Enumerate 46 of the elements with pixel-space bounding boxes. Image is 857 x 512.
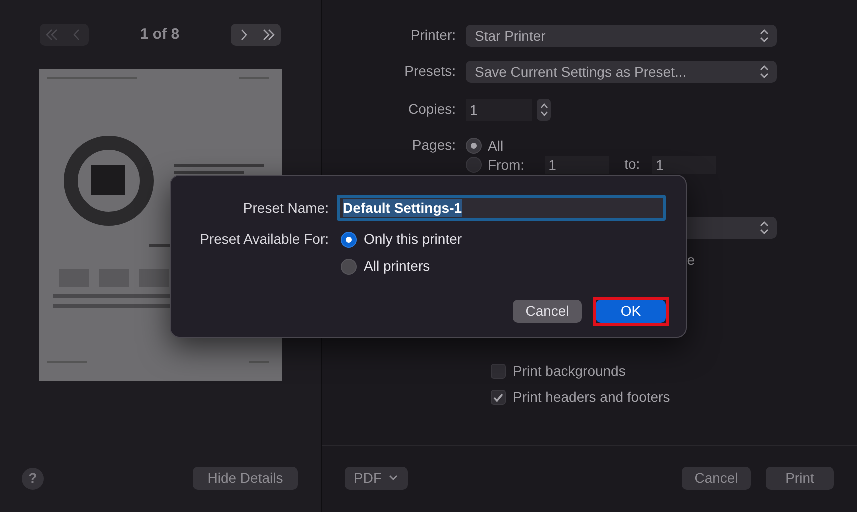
preset-name-label: Preset Name:	[242, 198, 329, 218]
checkbox[interactable]	[491, 390, 506, 405]
radio-button[interactable]	[466, 157, 482, 173]
page-counter: 1 of 8	[139, 25, 181, 45]
help-button[interactable]: ?	[22, 468, 44, 490]
double-chevron-right-icon	[262, 29, 276, 42]
pages-label: Pages:	[412, 137, 456, 153]
up-down-chevron-icon	[760, 29, 769, 43]
copies-field[interactable]: 1	[466, 99, 532, 121]
chevron-left-icon	[72, 29, 81, 42]
chevron-down-icon	[389, 475, 398, 481]
checkbox-label: Print backgrounds	[513, 362, 626, 381]
cancel-button[interactable]: Cancel	[682, 466, 751, 490]
cancel-button[interactable]: Cancel	[513, 300, 582, 323]
preset-name-field[interactable]: Default Settings-1	[337, 195, 666, 221]
next-page-buttons[interactable]	[231, 24, 281, 46]
checkmark-icon	[493, 392, 504, 402]
pdf-menu-button[interactable]: PDF	[345, 466, 408, 490]
preset-available-label: Preset Available For:	[199, 230, 329, 249]
up-down-chevron-icon	[760, 221, 769, 235]
radio-button[interactable]	[341, 258, 357, 274]
up-down-chevron-icon	[760, 65, 769, 79]
printer-select[interactable]: Star Printer	[466, 25, 777, 47]
copies-stepper[interactable]	[537, 99, 551, 121]
print-button[interactable]: Print	[766, 466, 834, 490]
checkbox-label: Print headers and footers	[513, 388, 670, 407]
copies-label: Copies:	[408, 101, 456, 117]
radio-button[interactable]	[466, 138, 482, 154]
presets-select[interactable]: Save Current Settings as Preset...	[466, 61, 777, 83]
double-chevron-left-icon	[45, 29, 60, 42]
option-text: e	[687, 251, 695, 270]
radio-label: All printers	[364, 257, 430, 276]
chevron-right-icon	[240, 29, 248, 42]
pages-option-label: All	[488, 136, 504, 156]
printer-label: Printer:	[410, 27, 456, 43]
from-page-field[interactable]: 1	[544, 156, 609, 174]
pages-option-label: From:	[488, 156, 525, 174]
ok-button[interactable]: OK	[596, 300, 666, 323]
radio-button[interactable]	[341, 232, 357, 248]
stepper-arrows-icon	[540, 102, 548, 118]
checkbox[interactable]	[491, 364, 506, 379]
to-page-field[interactable]: 1	[652, 156, 716, 174]
hide-details-button[interactable]: Hide Details	[193, 467, 298, 490]
presets-label: Presets:	[404, 63, 456, 79]
radio-label: Only this printer	[364, 230, 462, 249]
to-label: to:	[624, 156, 640, 172]
